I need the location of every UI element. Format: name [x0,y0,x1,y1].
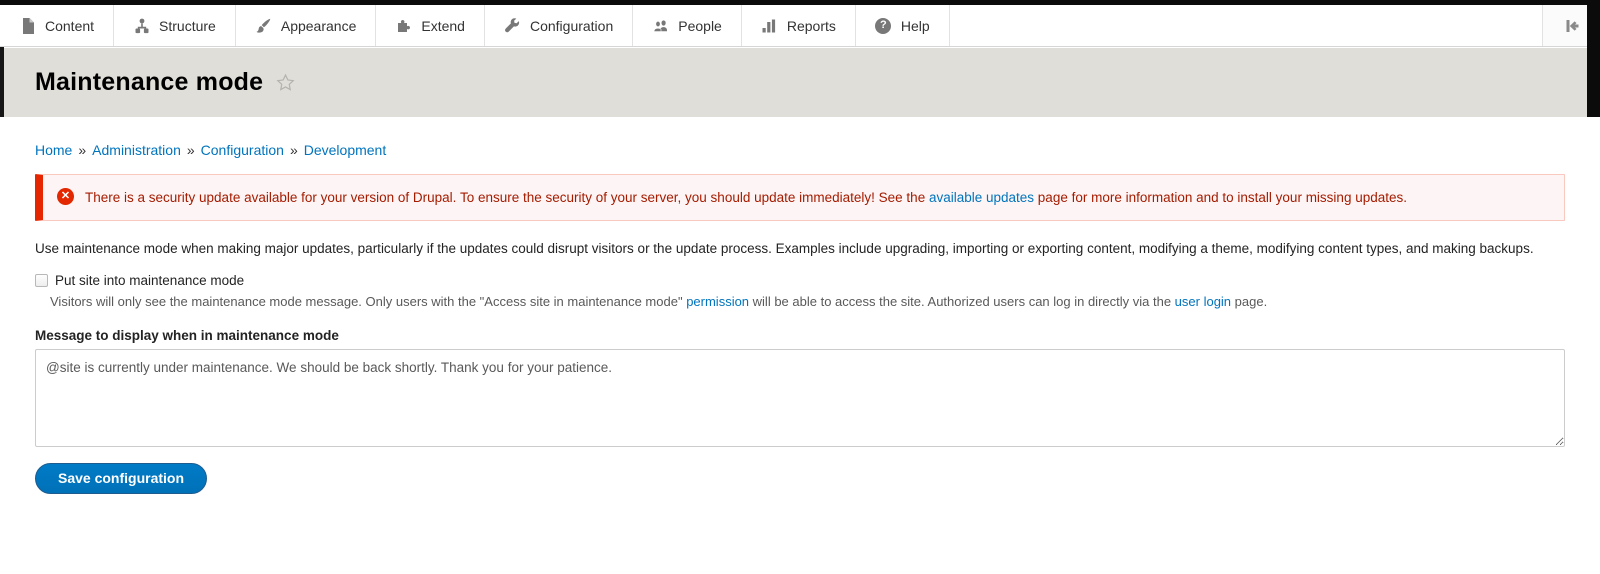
sitemap-icon [133,17,150,34]
user-login-link[interactable]: user login [1175,294,1231,309]
window-edge-left [0,47,4,117]
error-circle-icon: ✕ [57,188,74,205]
admin-toolbar: Content Structure Appearance Extend Conf… [0,5,1600,47]
page-header: Maintenance mode [0,48,1600,117]
toolbar-item-label: Configuration [530,18,613,34]
page-title: Maintenance mode [35,68,263,97]
toolbar-item-extend[interactable]: Extend [376,5,485,46]
help-text: Visitors will only see the maintenance m… [50,294,686,309]
star-outline-icon[interactable] [275,72,296,93]
maintenance-mode-description: Use maintenance mode when making major u… [35,238,1565,259]
message-field-label: Message to display when in maintenance m… [35,328,1565,343]
breadcrumb: Home » Administration » Configuration » Develo… [35,142,1565,158]
arrow-to-bar-icon [1563,17,1580,34]
toolbar-item-label: Help [901,18,930,34]
maintenance-mode-help-text: Visitors will only see the maintenance m… [50,293,1565,311]
breadcrumb-link-configuration[interactable]: Configuration [201,142,284,158]
maintenance-mode-checkbox-row: Put site into maintenance mode [35,273,1565,288]
maintenance-mode-checkbox-label[interactable]: Put site into maintenance mode [55,273,244,288]
help-text: page. [1231,294,1267,309]
breadcrumb-link-home[interactable]: Home [35,142,72,158]
error-message-banner: ✕ There is a security update available f… [35,174,1565,221]
maintenance-message-textarea[interactable]: @site is currently under maintenance. We… [35,349,1565,447]
available-updates-link[interactable]: available updates [929,190,1034,205]
toolbar-item-label: Content [45,18,94,34]
toolbar-item-structure[interactable]: Structure [114,5,236,46]
toolbar-item-label: People [678,18,722,34]
error-text: page for more information and to install… [1034,190,1407,205]
question-icon: ? [875,17,892,34]
toolbar-item-appearance[interactable]: Appearance [236,5,377,46]
people-icon [652,17,669,34]
bar-chart-icon [761,17,778,34]
breadcrumb-link-administration[interactable]: Administration [92,142,181,158]
toolbar-item-content[interactable]: Content [0,5,114,46]
toolbar-spacer [950,5,1542,46]
toolbar-item-label: Appearance [281,18,357,34]
permission-link[interactable]: permission [686,294,749,309]
wrench-icon [504,17,521,34]
toolbar-item-people[interactable]: People [633,5,742,46]
toolbar-item-configuration[interactable]: Configuration [485,5,633,46]
breadcrumb-link-development[interactable]: Development [304,142,387,158]
toolbar-item-label: Reports [787,18,836,34]
file-icon [19,17,36,34]
paintbrush-icon [255,17,272,34]
toolbar-item-label: Structure [159,18,216,34]
breadcrumb-separator: » [78,142,86,158]
toolbar-item-help[interactable]: ? Help [856,5,950,46]
main-content: Home » Administration » Configuration » Develo… [0,117,1600,494]
toolbar-item-label: Extend [421,18,465,34]
maintenance-mode-checkbox[interactable] [35,274,48,287]
error-text: There is a security update available for… [85,190,929,205]
save-configuration-button[interactable]: Save configuration [35,463,207,494]
window-edge-right [1587,0,1600,117]
puzzle-icon [395,17,412,34]
toolbar-item-reports[interactable]: Reports [742,5,856,46]
breadcrumb-separator: » [290,142,298,158]
window-edge-top [0,0,1600,5]
help-text: will be able to access the site. Authori… [749,294,1175,309]
breadcrumb-separator: » [187,142,195,158]
